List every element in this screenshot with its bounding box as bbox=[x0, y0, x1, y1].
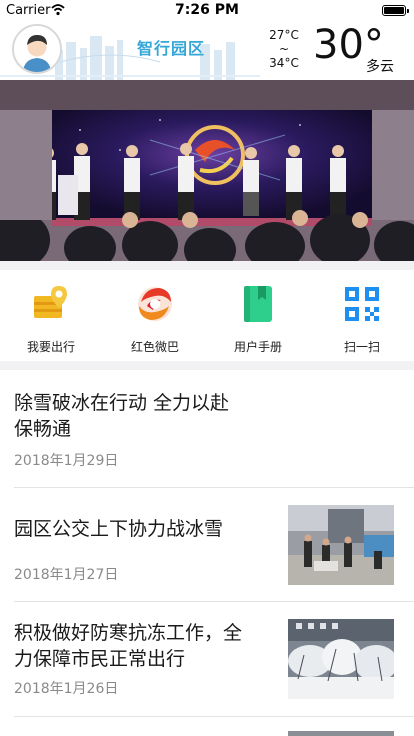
news-title: 园区公交上下协力战冰雪 bbox=[14, 516, 223, 542]
status-bar: Carrier 7:26 PM bbox=[0, 0, 414, 20]
news-title-line: 积极做好防寒抗冻工作，全 bbox=[14, 622, 243, 644]
app-brand-title: 智行园区 bbox=[137, 39, 206, 58]
quick-action-label: 用户手册 bbox=[233, 340, 282, 354]
quick-action-label: 我要出行 bbox=[26, 340, 75, 354]
news-item[interactable]: 除雪破冰在行动 全力以赴 保畅通 2018年1月29日 bbox=[0, 370, 414, 488]
news-thumbnail bbox=[288, 619, 394, 699]
temperature-range: 27°C ~ 34°C bbox=[262, 28, 306, 70]
temp-range-separator: ~ bbox=[278, 42, 290, 56]
quick-action-label: 扫一扫 bbox=[343, 340, 380, 354]
quick-action-red-minibus[interactable]: 红色微巴 bbox=[115, 284, 195, 355]
news-title-line: 力保障市民正常出行 bbox=[14, 648, 186, 670]
news-title-line: 保畅通 bbox=[14, 418, 72, 440]
quick-action-travel[interactable]: 我要出行 bbox=[11, 284, 91, 355]
news-list: 除雪破冰在行动 全力以赴 保畅通 2018年1月29日 园区公交上下协力战冰雪 … bbox=[0, 370, 414, 736]
event-banner[interactable] bbox=[0, 80, 414, 261]
qr-scan-icon bbox=[345, 287, 379, 321]
news-item[interactable]: 园区公交上下协力战冰雪 2018年1月27日 bbox=[0, 488, 414, 602]
quick-actions: 我要出行 红色微巴 用户手册 扫一扫 bbox=[0, 270, 414, 361]
bus-map-pin-icon bbox=[34, 286, 67, 318]
status-time: 7:26 PM bbox=[175, 2, 239, 18]
app-header: 智行园区 27°C ~ 34°C 30° 多云 bbox=[0, 20, 414, 80]
weather-condition: 多云 bbox=[366, 59, 394, 75]
user-avatar[interactable] bbox=[12, 24, 62, 74]
avatar-icon bbox=[14, 26, 60, 72]
temp-range-high: 27°C bbox=[269, 28, 299, 42]
news-date: 2018年1月29日 bbox=[14, 453, 119, 469]
green-book-icon bbox=[244, 286, 272, 322]
news-date: 2018年1月26日 bbox=[14, 681, 119, 697]
news-thumbnail bbox=[288, 731, 394, 736]
news-title: 积极做好防寒抗冻工作，全 力保障市民正常出行 bbox=[14, 620, 242, 672]
banner-image bbox=[0, 80, 414, 261]
news-thumbnail bbox=[288, 505, 394, 585]
red-swirl-logo-icon bbox=[138, 287, 172, 321]
quick-action-label: 红色微巴 bbox=[130, 340, 179, 354]
news-title: 除雪破冰在行动 全力以赴 保畅通 bbox=[14, 390, 229, 442]
quick-action-user-manual[interactable]: 用户手册 bbox=[218, 284, 298, 355]
battery-icon bbox=[382, 5, 409, 16]
news-item[interactable] bbox=[0, 717, 414, 736]
quick-action-scan[interactable]: 扫一扫 bbox=[322, 284, 402, 355]
news-item[interactable]: 积极做好防寒抗冻工作，全 力保障市民正常出行 2018年1月26日 bbox=[0, 602, 414, 717]
news-title-line: 除雪破冰在行动 全力以赴 bbox=[14, 392, 230, 414]
news-date: 2018年1月27日 bbox=[14, 567, 119, 583]
temp-range-low: 34°C bbox=[269, 56, 299, 70]
news-title-line: 园区公交上下协力战冰雪 bbox=[14, 518, 224, 540]
